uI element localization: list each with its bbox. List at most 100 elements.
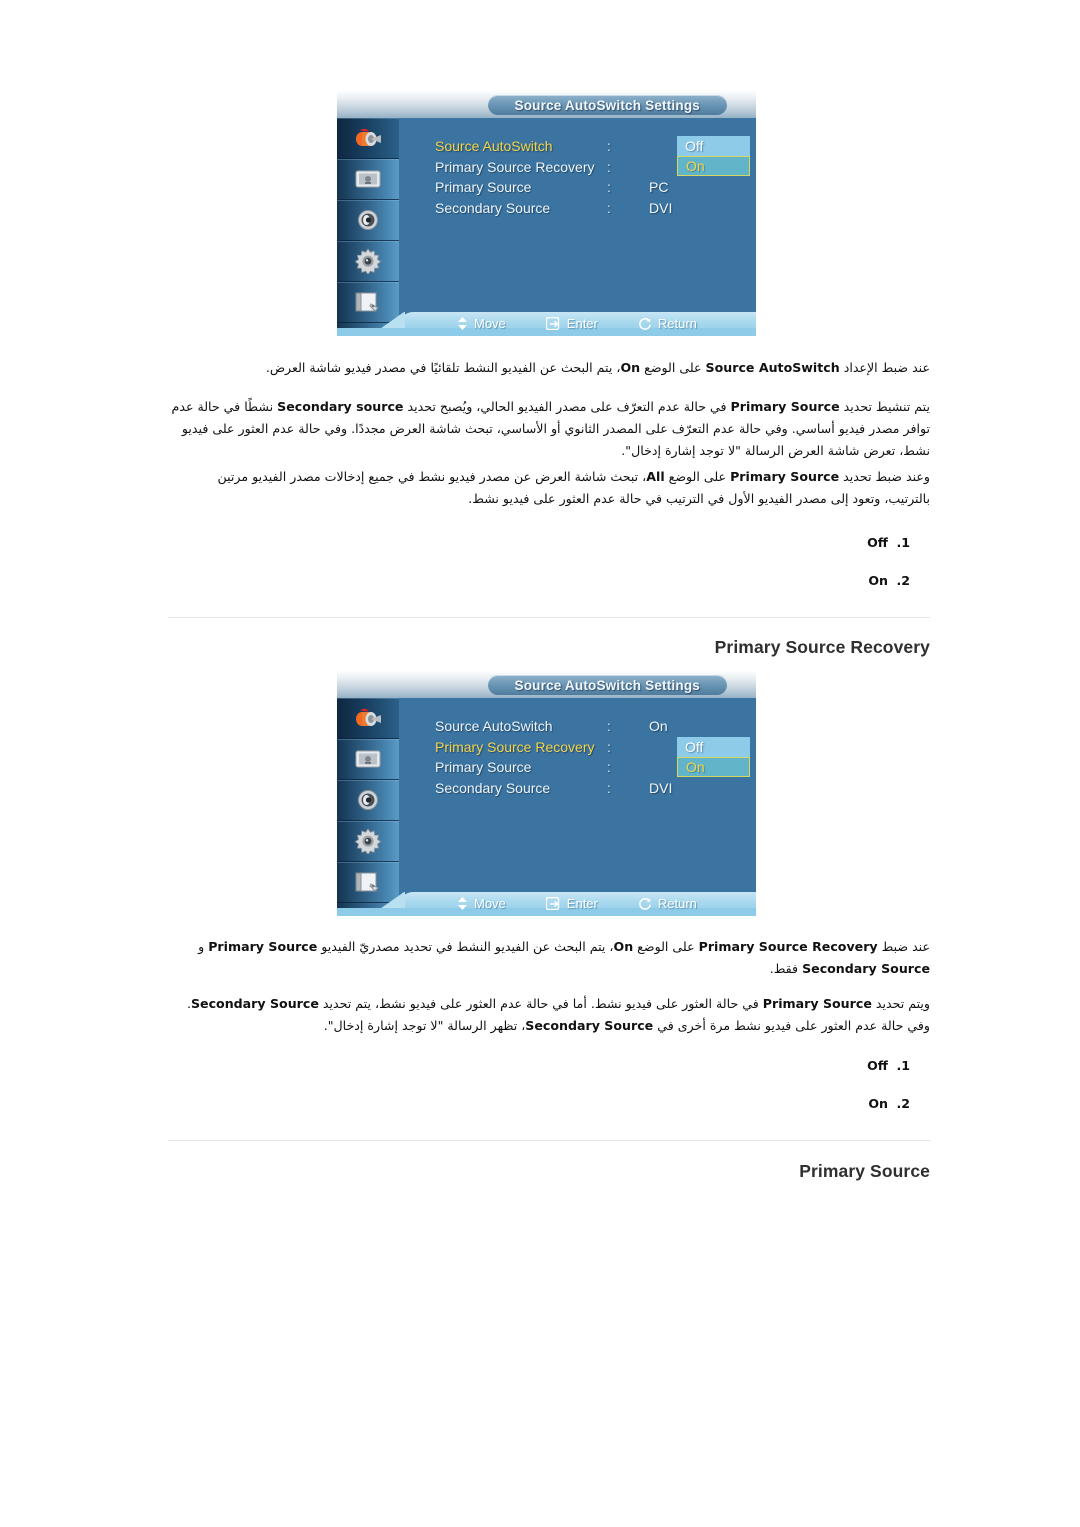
osd-option-dropdown[interactable]: Off On (677, 736, 750, 777)
osd-row[interactable]: Source AutoSwitch : (435, 136, 672, 157)
osd-row-value: PC (649, 179, 669, 196)
paragraph-recovery-1: عند ضبط Primary Source Recovery على الوض… (198, 939, 930, 976)
option-label: On (868, 573, 888, 588)
paragraph-autoswitch-2: يتم تنشيط تحديد Primary Source في حالة ع… (171, 399, 930, 458)
osd-row-label: Source AutoSwitch (435, 138, 553, 155)
return-icon (638, 317, 652, 331)
osd-panel-source-autoswitch[interactable]: Source AutoSwitch Settings Source AutoSw… (337, 90, 756, 336)
osd-row-colon: : (607, 179, 611, 196)
osd-option-on[interactable]: On (677, 156, 750, 176)
osd-row-label: Secondary Source (435, 199, 551, 216)
osd-row[interactable]: Primary Source Recovery : (435, 157, 672, 178)
osd-row-label: Primary Source Recovery (435, 158, 595, 175)
sidebar-item-input-source[interactable] (337, 118, 399, 159)
option-number: .2 (896, 1096, 910, 1111)
osd-row[interactable]: Secondary Source : DVI (435, 778, 672, 799)
osd-row-colon: : (607, 718, 611, 735)
enter-icon (545, 897, 561, 910)
osd-menu-body: Source AutoSwitch : On Primary Source Re… (399, 698, 756, 916)
options-list-autoswitch: .1 Off .2 On (170, 524, 910, 600)
sidebar-item-sound[interactable] (337, 780, 399, 821)
osd-row-colon: : (607, 759, 611, 776)
sidebar-item-picture[interactable] (337, 159, 399, 200)
footer-enter[interactable]: Enter (545, 896, 598, 911)
enter-icon (545, 317, 561, 330)
option-label: On (868, 1096, 888, 1111)
option-number: .2 (896, 573, 910, 588)
footer-move[interactable]: Move (457, 896, 506, 911)
osd-row-label: Primary Source Recovery (435, 738, 595, 755)
footer-enter-label: Enter (566, 896, 598, 911)
option-list-item: .2 On (170, 562, 910, 600)
option-label: Off (867, 535, 888, 550)
osd-row-label: Source AutoSwitch (435, 718, 553, 735)
updown-arrow-icon (457, 317, 468, 330)
footer-enter[interactable]: Enter (545, 316, 598, 331)
osd-panel-primary-source-recovery[interactable]: Source AutoSwitch Settings Source AutoSw… (337, 670, 756, 916)
return-icon (638, 897, 652, 911)
option-list-item: .2 On (170, 1085, 910, 1123)
osd-sidebar[interactable] (337, 118, 399, 336)
paragraph-autoswitch-3: وعند ضبط تحديد Primary Source على الوضع … (217, 469, 930, 506)
osd-row[interactable]: Source AutoSwitch : On (435, 716, 672, 737)
option-list-item: .1 Off (170, 524, 910, 562)
updown-arrow-icon (457, 897, 468, 910)
heading-primary-source-recovery: Primary Source Recovery (714, 637, 930, 657)
osd-row-colon: : (607, 158, 611, 175)
osd-row[interactable]: Secondary Source : DVI (435, 198, 672, 219)
sidebar-item-setup[interactable] (337, 821, 399, 862)
osd-row-colon: : (607, 738, 611, 755)
osd-sidebar[interactable] (337, 698, 399, 916)
option-number: .1 (896, 535, 910, 550)
options-list-recovery: .1 Off .2 On (170, 1047, 910, 1123)
sidebar-item-setup[interactable] (337, 241, 399, 282)
footer-return[interactable]: Return (638, 896, 697, 911)
sound-icon (355, 208, 381, 232)
osd-row-label: Primary Source (435, 759, 532, 776)
footer-return-label: Return (657, 896, 697, 911)
sidebar-item-picture[interactable] (337, 739, 399, 780)
section-divider (168, 617, 930, 618)
osd-option-on[interactable]: On (677, 756, 750, 777)
option-number: .1 (896, 1058, 910, 1073)
input-source-icon (353, 126, 383, 150)
osd-option-off[interactable]: Off (677, 736, 750, 757)
osd-row[interactable]: Primary Source : (435, 757, 672, 778)
osd-menu-rows: Source AutoSwitch : On Primary Source Re… (435, 716, 672, 798)
setup-gear-icon (354, 828, 382, 854)
paragraph-recovery-2: ويتم تحديد Primary Source في حالة العثور… (186, 996, 930, 1033)
osd-row-colon: : (607, 199, 611, 216)
osd-row[interactable]: Primary Source : PC (435, 177, 672, 198)
sidebar-item-input-source[interactable] (337, 698, 399, 739)
osd-row-label: Primary Source (435, 179, 532, 196)
section-divider (168, 1140, 930, 1141)
option-list-item: .1 Off (170, 1047, 910, 1085)
osd-title-text: Source AutoSwitch Settings (514, 97, 700, 113)
osd-title-pill: Source AutoSwitch Settings (487, 675, 727, 695)
footer-move[interactable]: Move (457, 316, 506, 331)
picture-icon (353, 747, 383, 771)
osd-title-bar: Source AutoSwitch Settings (337, 670, 756, 698)
paragraph-autoswitch-1: عند ضبط الإعداد Source AutoSwitch على ال… (265, 360, 930, 375)
osd-menu-body: Source AutoSwitch : Primary Source Recov… (399, 118, 756, 336)
osd-row-colon: : (607, 779, 611, 796)
footer-move-label: Move (474, 316, 506, 331)
osd-option-off[interactable]: Off (677, 136, 750, 156)
footer-return-label: Return (657, 316, 697, 331)
osd-option-dropdown[interactable]: Off On (677, 136, 750, 176)
osd-footer-items: Move Enter Return (457, 316, 697, 331)
osd-row-value: DVI (649, 199, 673, 216)
footer-enter-label: Enter (566, 316, 598, 331)
osd-row-value: DVI (649, 779, 673, 796)
osd-title-text: Source AutoSwitch Settings (514, 677, 700, 693)
osd-row[interactable]: Primary Source Recovery : (435, 737, 672, 758)
footer-return[interactable]: Return (638, 316, 697, 331)
footer-move-label: Move (474, 896, 506, 911)
osd-title-pill: Source AutoSwitch Settings (487, 95, 727, 115)
sidebar-item-sound[interactable] (337, 200, 399, 241)
input-source-icon (353, 706, 383, 730)
picture-icon (353, 167, 383, 191)
osd-footer-items: Move Enter Return (457, 896, 697, 911)
osd-row-colon: : (607, 138, 611, 155)
heading-primary-source: Primary Source (799, 1161, 930, 1181)
